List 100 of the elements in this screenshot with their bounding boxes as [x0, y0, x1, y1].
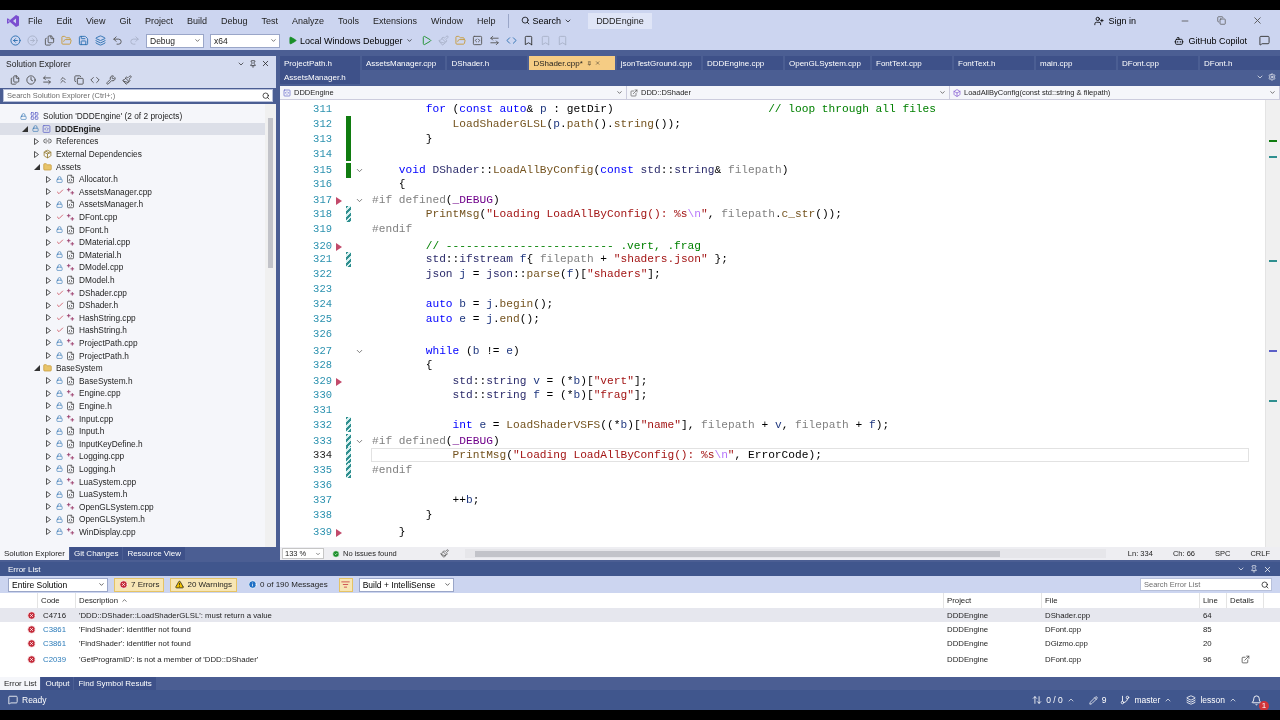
tree-item[interactable]: InputKeyDefine.h [0, 437, 265, 451]
tree-item[interactable]: HashString.cpp [0, 311, 265, 325]
menu-item[interactable]: Tools [332, 13, 366, 28]
copilot-button[interactable]: GitHub Copilot [1168, 34, 1253, 47]
files-icon[interactable] [44, 35, 55, 46]
scope-dropdown[interactable]: Entire Solution [8, 577, 108, 592]
tree-item[interactable]: WinDisplay.cpp [0, 525, 265, 539]
menu-item[interactable]: View [80, 13, 112, 28]
close-icon[interactable] [1263, 564, 1272, 574]
panel-tab[interactable]: Resource View [123, 547, 186, 560]
collapsed-arrow-icon[interactable] [46, 226, 51, 234]
tree-item[interactable]: Solution 'DDDEngine' (2 of 2 projects) [0, 110, 265, 123]
back-icon[interactable] [10, 35, 21, 46]
collapsed-arrow-icon[interactable] [46, 339, 51, 347]
panel-tab[interactable]: Find Symbol Results [74, 677, 156, 690]
source-dropdown[interactable]: Build + IntelliSense [358, 577, 454, 592]
document-tab[interactable]: FontText.cpp [872, 56, 952, 70]
settings-icon[interactable] [1268, 73, 1276, 81]
dropdown-icon[interactable] [1256, 73, 1264, 81]
collapsed-arrow-icon[interactable] [46, 314, 51, 322]
tree-item[interactable]: BaseSystem.h [0, 374, 265, 388]
tree-item[interactable]: DFont.h [0, 223, 265, 236]
collapsed-arrow-icon[interactable] [46, 352, 51, 360]
document-tab[interactable]: AssetsManager.cpp [362, 56, 446, 70]
feedback-icon[interactable] [1259, 35, 1270, 46]
collapsed-arrow-icon[interactable] [46, 402, 51, 410]
vertical-scrollbar[interactable] [1265, 100, 1280, 547]
menu-item[interactable]: File [22, 13, 49, 28]
menu-item[interactable]: Project [138, 13, 179, 28]
tree-item[interactable]: External Dependencies [0, 147, 265, 161]
document-tab[interactable]: DDDEngine.cpp [702, 56, 783, 70]
collapse-icon[interactable] [58, 74, 68, 85]
search-button[interactable]: Search [514, 13, 579, 28]
history-icon[interactable] [26, 74, 36, 85]
collapsed-arrow-icon[interactable] [46, 175, 51, 183]
collapsed-arrow-icon[interactable] [46, 276, 51, 284]
menu-item[interactable]: Window [425, 13, 470, 28]
tree-item[interactable]: ProjectPath.cpp [0, 336, 265, 350]
tree-item[interactable]: Input.h [0, 424, 265, 438]
menu-item[interactable]: Git [113, 13, 137, 28]
tree-item[interactable]: DDDEngine [0, 122, 265, 136]
tree-item[interactable]: References [0, 135, 265, 148]
sign-in-button[interactable]: Sign in [1088, 14, 1142, 27]
collapsed-arrow-icon[interactable] [34, 138, 39, 145]
swap-icon[interactable] [42, 74, 52, 85]
undo-icon[interactable] [112, 35, 123, 46]
tree-item[interactable]: DModel.h [0, 273, 265, 287]
platform-dropdown[interactable]: x64 [210, 33, 280, 48]
document-tab[interactable]: FontText.h [954, 56, 1034, 70]
tree-item[interactable]: DMaterial.cpp [0, 235, 265, 249]
expanded-arrow-icon[interactable] [21, 125, 28, 132]
tree-item[interactable]: Engine.h [0, 399, 265, 413]
collapsed-arrow-icon[interactable] [46, 415, 51, 423]
collapsed-arrow-icon[interactable] [46, 427, 51, 435]
menu-item[interactable]: Extensions [367, 13, 424, 28]
tree-item[interactable]: ProjectPath.h [0, 349, 265, 362]
tree-item[interactable]: Engine.cpp [0, 387, 265, 400]
collapsed-arrow-icon[interactable] [46, 465, 51, 473]
configuration-dropdown[interactable]: Debug [146, 33, 204, 48]
collapsed-arrow-icon[interactable] [46, 251, 51, 259]
document-tab[interactable]: DShader.h [447, 56, 528, 70]
collapsed-arrow-icon[interactable] [46, 301, 51, 309]
collapsed-arrow-icon[interactable] [46, 377, 51, 385]
filter-toggle[interactable]: 7 Errors [114, 577, 165, 592]
tree-item[interactable]: DModel.cpp [0, 261, 265, 274]
collapsed-arrow-icon[interactable] [46, 289, 51, 297]
expanded-arrow-icon[interactable] [33, 163, 40, 170]
document-tab[interactable]: ProjectPath.h [280, 56, 360, 70]
collapsed-arrow-icon[interactable] [46, 452, 51, 460]
collapsed-arrow-icon[interactable] [46, 503, 51, 511]
brush-icon[interactable] [440, 549, 449, 558]
branch-status[interactable]: master [1120, 695, 1173, 705]
menu-item[interactable]: Build [180, 13, 213, 28]
collapsed-arrow-icon[interactable] [34, 150, 39, 158]
collapsed-arrow-icon[interactable] [46, 440, 51, 448]
document-tab[interactable]: OpenGLSystem.cpp [784, 56, 870, 70]
collapsed-arrow-icon[interactable] [46, 478, 51, 485]
document-tab[interactable]: jsonTestGround.cpp [616, 56, 701, 70]
tree-item[interactable]: Assets [0, 160, 265, 173]
vertical-scrollbar[interactable] [265, 104, 276, 547]
panel-tab[interactable]: Solution Explorer [0, 547, 69, 560]
tree-item[interactable]: DShader.cpp [0, 286, 265, 299]
app-logo-icon[interactable] [6, 13, 20, 28]
tree-item[interactable]: LuaSystem.cpp [0, 475, 265, 488]
filter-toggle[interactable]: 0 of 190 Messages [243, 577, 333, 592]
tree-item[interactable]: OpenGLSystem.h [0, 513, 265, 526]
tree-item[interactable]: Input.cpp [0, 412, 265, 425]
tree-item[interactable]: Logging.cpp [0, 450, 265, 463]
close-icon[interactable] [261, 59, 270, 68]
menu-item[interactable]: Debug [214, 13, 254, 28]
pin-icon[interactable] [586, 59, 592, 67]
collapsed-arrow-icon[interactable] [46, 326, 51, 334]
fold-icon[interactable] [355, 347, 364, 356]
tree-item[interactable]: LuaSystem.h [0, 487, 265, 501]
collapsed-arrow-icon[interactable] [46, 515, 51, 523]
copy-icon[interactable] [74, 74, 84, 85]
tree-item[interactable]: OpenGLSystem.cpp [0, 500, 265, 513]
expanded-arrow-icon[interactable] [33, 365, 40, 372]
panel-tab[interactable]: Git Changes [69, 547, 123, 560]
menu-item[interactable]: Test [255, 13, 284, 28]
